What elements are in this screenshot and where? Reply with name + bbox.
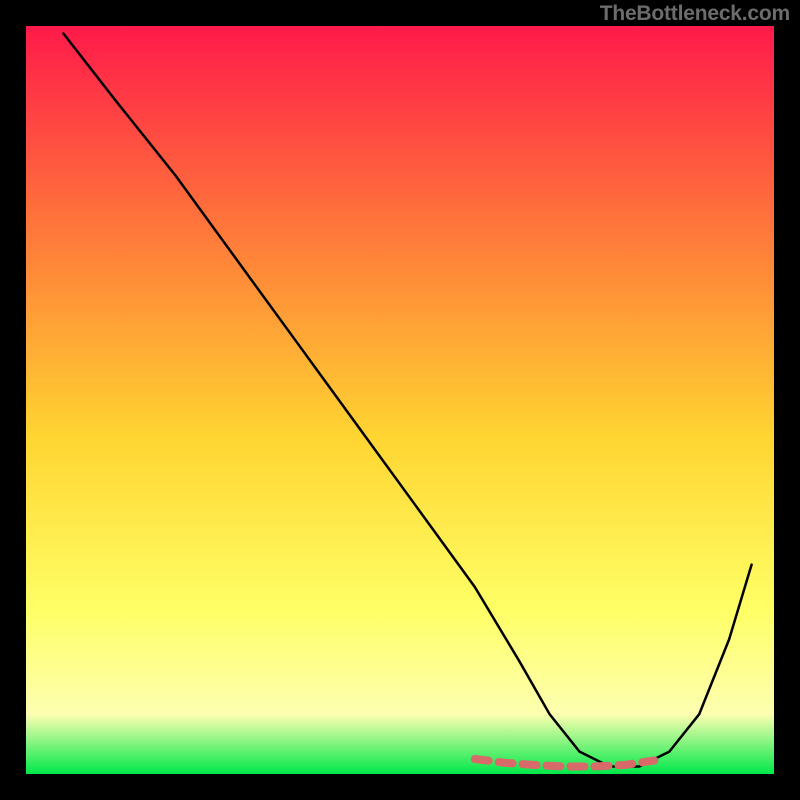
plot-area — [26, 26, 774, 774]
watermark-text: TheBottleneck.com — [600, 2, 790, 26]
bottleneck-chart — [0, 0, 800, 800]
chart-frame: TheBottleneck.com — [0, 0, 800, 800]
